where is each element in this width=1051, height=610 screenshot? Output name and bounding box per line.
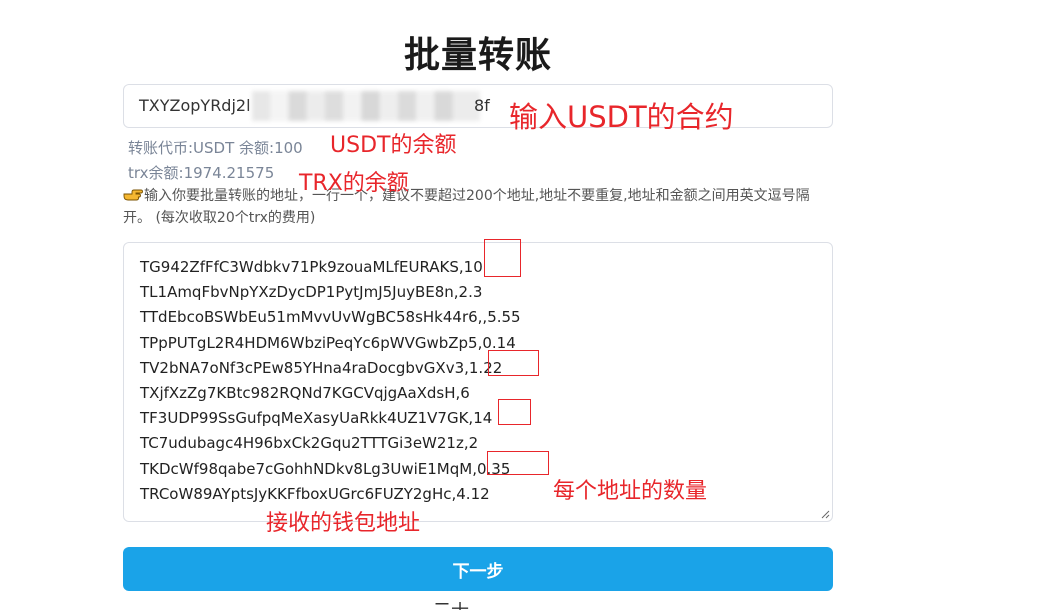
address-line: TF3UDP99SsGufpqMeXasyUaRkk4UZ1V7GK,14 — [140, 409, 493, 428]
highlight-box-amount-3 — [498, 399, 531, 425]
annotation-trx-balance: TRX的余额 — [299, 171, 409, 196]
address-lines: TG942ZfFfC3Wdbkv71Pk9zouaMLfEURAKS,10 TL1… — [140, 255, 521, 507]
address-line: TG942ZfFfC3Wdbkv71Pk9zouaMLfEURAKS,10 — [140, 258, 483, 276]
instructions-note: 输入你要批量转账的地址，一行一个，建议不要超过200个地址,地址不要重复,地址和… — [123, 185, 833, 229]
annotation-contract: 输入USDT的合约 — [509, 100, 734, 134]
highlight-box-amount-2 — [488, 350, 539, 376]
address-line: TKDcWf98qabe7cGohhNDkv8Lg3UwiE1MqM,0.35 — [140, 459, 511, 478]
address-line: TRCoW89AYptsJyKKFfboxUGrc6FUZY2gHc,4.12 — [140, 484, 490, 503]
annotation-receiver: 接收的钱包地址 — [266, 511, 421, 536]
highlight-box-amount-1 — [484, 239, 521, 277]
partial-bottom-text: 二十 — [433, 602, 469, 610]
address-line: TV2bNA7oNf3cPEw85YHna4raDocgbvGXv3,1.22 — [140, 358, 503, 377]
page-title: 批量转账 — [403, 35, 552, 76]
token-balance: 转账代币:USDT 余额:100 — [128, 139, 303, 157]
address-list-textarea[interactable]: TG942ZfFfC3Wdbkv71Pk9zouaMLfEURAKS,10 TL1… — [123, 242, 833, 522]
address-line: TTdEbcoBSWbEu51mMvvUvWgBC58sHk44r6,,5.55 — [140, 308, 521, 327]
address-line: TL1AmqFbvNpYXzDycDP1PytJmJ5JuyBE8n,2.3 — [140, 283, 483, 302]
highlight-box-amount-4 — [487, 451, 549, 475]
next-step-button[interactable]: 下一步 — [123, 547, 833, 591]
address-line: TC7udubagc4H96bxCk2Gqu2TTTGi3eW21z,2 — [140, 434, 479, 453]
pointing-hand-icon — [123, 189, 143, 201]
trx-balance: trx余额:1974.21575 — [128, 164, 275, 182]
resize-handle-icon[interactable] — [820, 509, 830, 519]
redacted-mask — [252, 91, 480, 121]
annotation-amount: 每个地址的数量 — [553, 479, 708, 504]
instructions-text: 输入你要批量转账的地址，一行一个，建议不要超过200个地址,地址不要重复,地址和… — [123, 188, 810, 226]
annotation-usdt-balance: USDT的余额 — [330, 133, 457, 158]
address-line: TPpPUTgL2R4HDM6WbziPeqYc6pWVGwbZp5,0.14 — [140, 333, 516, 352]
address-line: TXjfXzZg7KBtc982RQNd7KGCVqjgAaXdsH,6 — [140, 384, 470, 403]
contract-address-tail: 8f — [474, 96, 490, 115]
contract-address-value: TXYZopYRdj2l — [139, 96, 251, 115]
